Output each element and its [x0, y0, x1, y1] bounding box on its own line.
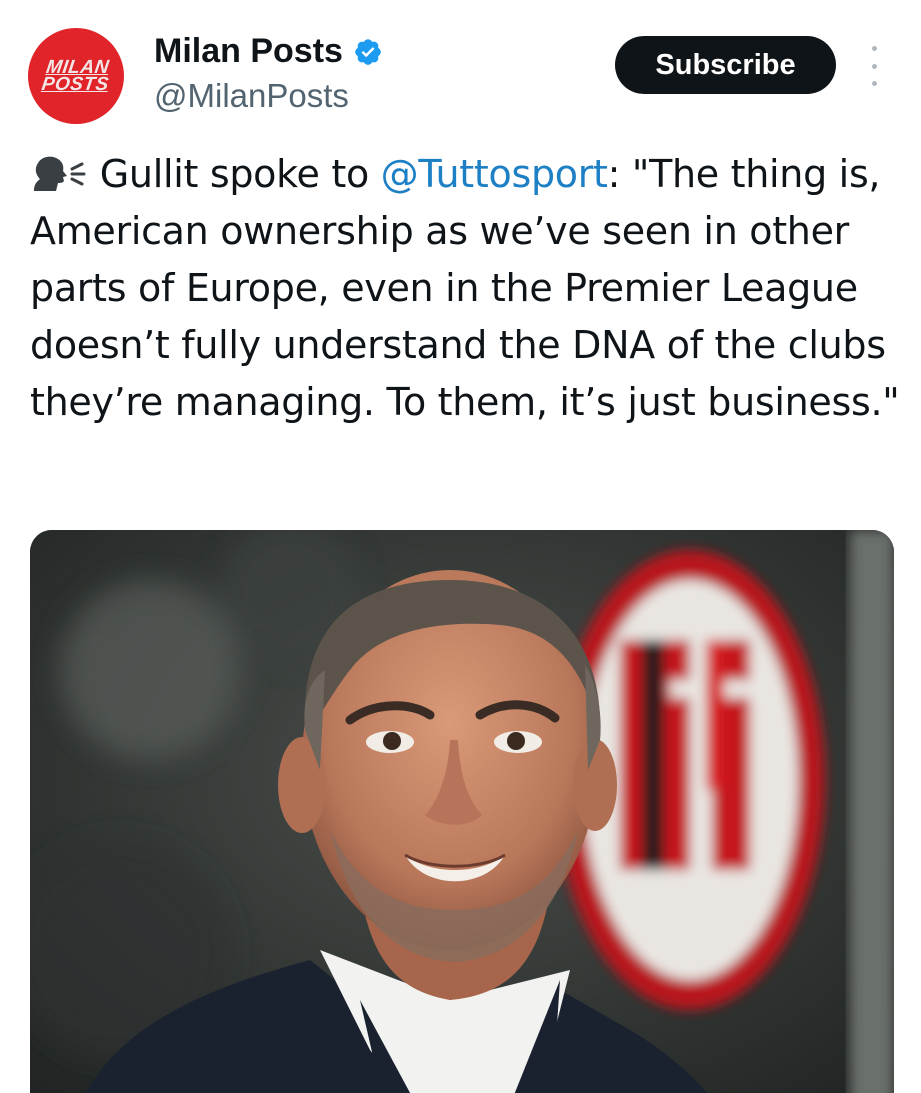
avatar[interactable]: MILAN POSTS	[28, 28, 124, 124]
photo-of-man-with-ac-milan-crest	[30, 530, 894, 1093]
tweet-text-lead: Gullit spoke to	[99, 152, 381, 196]
account-names: Milan Posts @MilanPosts	[154, 32, 383, 115]
more-vertical-icon[interactable]	[862, 46, 886, 86]
tweet-photo[interactable]	[30, 530, 894, 1093]
speaking-head-icon	[34, 156, 86, 191]
handle[interactable]: @MilanPosts	[154, 77, 383, 115]
avatar-text-line2: POSTS	[39, 74, 110, 95]
verified-badge-icon	[355, 38, 381, 65]
tweet-text: Gullit spoke to @Tuttosport: "The thing …	[30, 146, 900, 431]
avatar-logo: MILAN POSTS	[39, 57, 112, 95]
tweet-card: MILAN POSTS Milan Posts @MilanPosts Subs…	[0, 0, 921, 1093]
mention-link[interactable]: @Tuttosport	[381, 152, 608, 196]
display-name[interactable]: Milan Posts	[154, 32, 343, 71]
subscribe-button[interactable]: Subscribe	[615, 36, 836, 94]
